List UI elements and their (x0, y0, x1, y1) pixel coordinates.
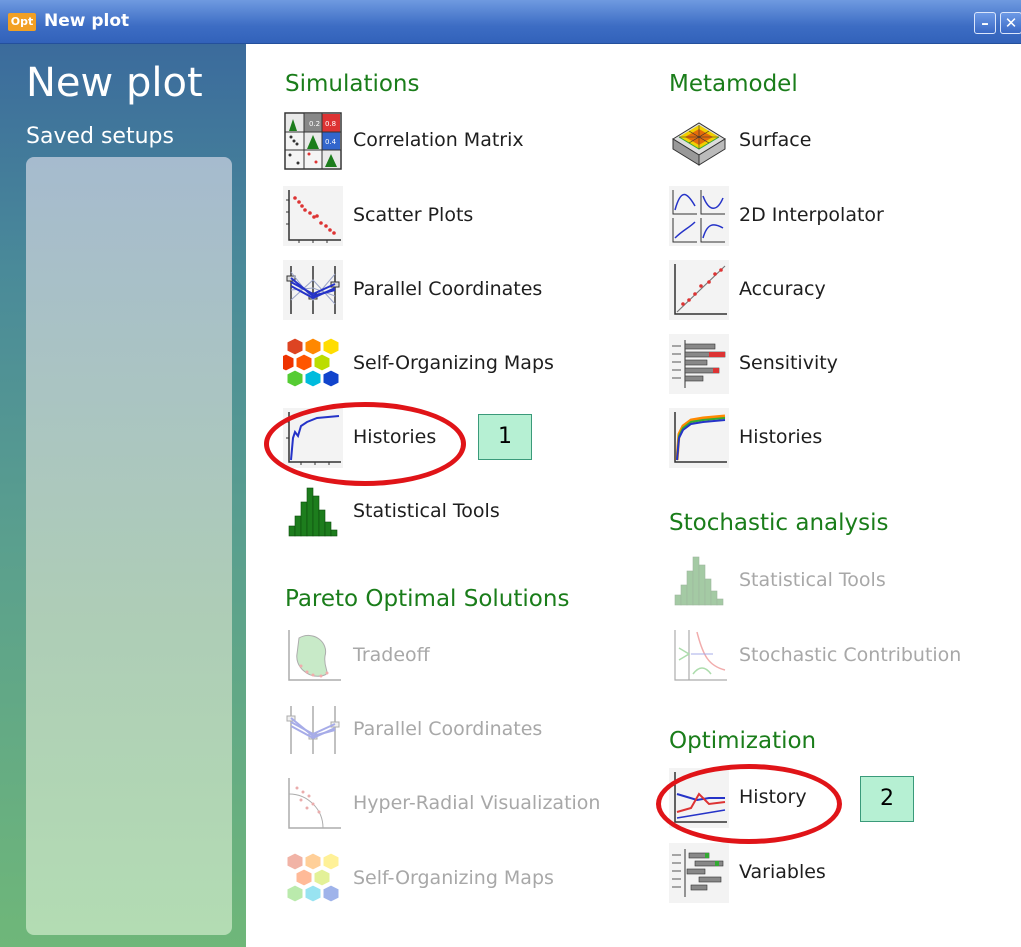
sensitivity-bars-icon (669, 334, 729, 394)
section-stochastic-analysis: Stochastic analysis (669, 510, 889, 536)
plot-item-tradeoff: Tradeoff (283, 626, 623, 686)
tradeoff-icon (288, 630, 341, 681)
window-titlebar: Opt New plot – ✕ (0, 0, 1021, 44)
surface-3d-icon (672, 122, 726, 166)
section-optimization: Optimization (669, 728, 817, 754)
close-button[interactable]: ✕ (1000, 12, 1021, 34)
histogram-icon (288, 487, 338, 537)
plot-item-label: Accuracy (739, 278, 826, 300)
plot-item-pareto-parallel-coordinates: Parallel Coordinates (283, 700, 623, 760)
plot-item-statistical-tools[interactable]: Statistical Tools (283, 482, 623, 542)
scatter-plot-icon (283, 186, 343, 246)
section-metamodel: Metamodel (669, 71, 798, 97)
plot-item-label: Correlation Matrix (353, 129, 524, 151)
plot-item-label: Self-Organizing Maps (353, 867, 554, 889)
svg-text:0.4: 0.4 (325, 138, 337, 146)
plot-item-label: Parallel Coordinates (353, 278, 543, 300)
plot-item-label: Statistical Tools (353, 500, 500, 522)
interpolator-icon (669, 186, 729, 246)
window-title: New plot (44, 11, 130, 31)
accuracy-icon (669, 260, 729, 320)
hexagon-map-icon (286, 852, 340, 903)
plot-item-label: Sensitivity (739, 352, 838, 374)
highlight-ellipse-1 (264, 402, 466, 486)
histogram-icon (674, 556, 724, 606)
plot-item-label: Statistical Tools (739, 569, 886, 591)
stochastic-contribution-icon (674, 630, 727, 681)
plot-item-label: Stochastic Contribution (739, 644, 962, 666)
plot-item-surface[interactable]: Surface (669, 111, 1009, 171)
plot-item-label: Parallel Coordinates (353, 718, 543, 740)
plot-item-sensitivity[interactable]: Sensitivity (669, 334, 1009, 394)
plot-item-parallel-coordinates[interactable]: Parallel Coordinates (283, 260, 623, 320)
plot-item-scatter-plots[interactable]: Scatter Plots (283, 186, 623, 246)
correlation-matrix-icon: 0.2 0.8 0.4 (284, 112, 342, 170)
hyper-radial-icon (288, 778, 341, 829)
plot-item-hyper-radial-visualization: Hyper-Radial Visualization (283, 774, 623, 834)
plot-item-stochastic-statistical-tools: Statistical Tools (669, 551, 1009, 611)
callout-badge-2: 2 (860, 776, 914, 822)
sidebar: New plot Saved setups (0, 44, 246, 947)
hexagon-map-icon (283, 337, 340, 388)
plot-item-label: Histories (739, 426, 823, 448)
minimize-button[interactable]: – (974, 12, 996, 34)
plot-item-label: 2D Interpolator (739, 204, 884, 226)
multi-history-icon (669, 408, 729, 468)
callout-badge-1: 1 (478, 414, 532, 460)
saved-setups-heading: Saved setups (26, 124, 174, 149)
plot-item-label: Variables (739, 861, 826, 883)
plot-item-2d-interpolator[interactable]: 2D Interpolator (669, 186, 1009, 246)
section-pareto-optimal-solutions: Pareto Optimal Solutions (285, 586, 570, 612)
plot-item-label: Tradeoff (353, 644, 430, 666)
sidebar-title: New plot (26, 60, 203, 106)
plot-item-label: Self-Organizing Maps (353, 352, 554, 374)
variables-bars-icon (669, 843, 729, 903)
plot-item-stochastic-contribution: Stochastic Contribution (669, 626, 1009, 686)
plot-item-accuracy[interactable]: Accuracy (669, 260, 1009, 320)
plot-item-label: Hyper-Radial Visualization (353, 792, 601, 814)
plot-item-metamodel-histories[interactable]: Histories (669, 408, 1009, 468)
plot-item-label: Scatter Plots (353, 204, 474, 226)
section-simulations: Simulations (285, 71, 420, 97)
parallel-coordinates-icon (283, 260, 343, 320)
plot-item-correlation-matrix[interactable]: 0.2 0.8 0.4 Correlation Matrix (283, 111, 623, 171)
svg-text:0.8: 0.8 (325, 120, 336, 128)
plot-item-pareto-self-organizing-maps: Self-Organizing Maps (283, 849, 623, 909)
plot-item-self-organizing-maps[interactable]: Self-Organizing Maps (283, 334, 623, 394)
highlight-ellipse-2 (656, 764, 842, 844)
saved-setups-list[interactable] (26, 157, 232, 935)
parallel-coordinates-icon (286, 706, 340, 754)
plot-item-label: Surface (739, 129, 812, 151)
app-logo-icon: Opt (8, 13, 36, 31)
plot-item-variables[interactable]: Variables (669, 843, 1009, 903)
svg-text:0.2: 0.2 (309, 120, 320, 128)
